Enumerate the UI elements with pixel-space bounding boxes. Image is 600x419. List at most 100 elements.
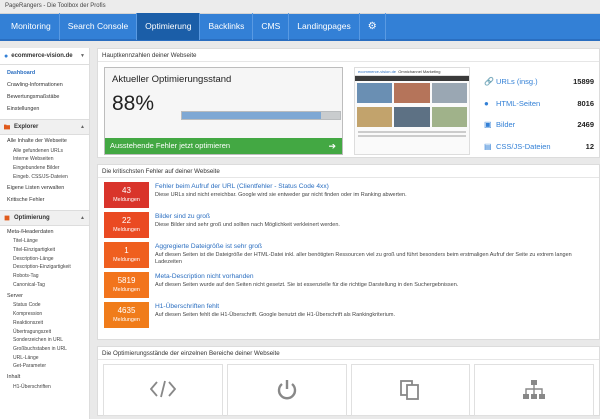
sidebar-item-crawling[interactable]: Crawling-Informationen: [0, 79, 89, 91]
thumbnail-image: [357, 107, 393, 127]
stats-list: 🔗 URLs (insg.) 15899 ● HTML-Seiten 8016 …: [484, 71, 594, 157]
error-item[interactable]: 5819 Meldungen Meta-Description nicht vo…: [98, 272, 599, 298]
sidebar-subitem[interactable]: H1-Überschriften: [0, 383, 89, 392]
stat-value: 15899: [573, 77, 594, 87]
error-count-badge: 5819 Meldungen: [104, 272, 149, 298]
nav-monitoring[interactable]: Monitoring: [3, 13, 59, 40]
error-item[interactable]: 1 Meldungen Aggregierte Dateigröße ist s…: [98, 242, 599, 268]
sidebar-section-label: Optimierung: [14, 214, 50, 221]
error-title-link[interactable]: Fehler beim Aufruf der URL (Clientfehler…: [155, 182, 407, 192]
thumbnail-header: ecommerce-vision.de Omnichannel Marketin…: [355, 68, 469, 76]
error-count-badge: 1 Meldungen: [104, 242, 149, 268]
sidebar-item-kritische-fehler[interactable]: Kritische Fehler: [0, 194, 89, 206]
chevron-up-icon: ▲: [80, 124, 85, 130]
nav-cms[interactable]: CMS: [253, 13, 288, 40]
sidebar-section-explorer[interactable]: Explorer ▲: [0, 119, 89, 135]
domain-selector[interactable]: ● ecommerce-vision.de ▼: [0, 48, 89, 65]
error-count: 22: [122, 216, 131, 225]
sidebar-section-optimierung[interactable]: Optimierung ▲: [0, 209, 89, 226]
area-tile-content[interactable]: [350, 364, 471, 416]
error-title-link[interactable]: H1-Überschriften fehlt: [155, 302, 395, 312]
area-tile-code[interactable]: [103, 364, 223, 416]
sidebar-subitem[interactable]: Description-Einzigartigkeit: [0, 264, 89, 273]
thumbnail-image: [431, 83, 467, 103]
thumbnail-row: [355, 81, 469, 105]
arrow-right-icon: ➔: [328, 141, 336, 151]
sidebar-subitem[interactable]: Sonderzeichen in URL: [0, 337, 89, 346]
sidebar-subitem[interactable]: Robots-Tag: [0, 273, 89, 282]
sidebar-item-dashboard[interactable]: Dashboard: [0, 67, 89, 79]
sidebar-section-label: Explorer: [14, 124, 39, 130]
area-tile-structure[interactable]: [474, 364, 594, 416]
stat-css-js[interactable]: ▤ CSS/JS-Dateien 12: [484, 136, 594, 158]
stat-value: 2469: [577, 120, 594, 130]
sidebar-subitem[interactable]: Titel-Einzigartigkeit: [0, 246, 89, 255]
error-title-link[interactable]: Meta-Description nicht vorhanden: [155, 272, 458, 282]
nav-backlinks[interactable]: Backlinks: [200, 13, 252, 40]
sidebar: ● ecommerce-vision.de ▼ Dashboard Crawli…: [0, 48, 90, 419]
code-icon: [149, 380, 176, 398]
nav-landingpages[interactable]: Landingpages: [289, 13, 358, 40]
sidebar-subitem[interactable]: Interne Webseiten: [0, 156, 89, 165]
sidebar-subitem[interactable]: Status Code: [0, 302, 89, 311]
stat-images[interactable]: ▣ Bilder 2469: [484, 114, 594, 136]
stat-label: CSS/JS-Dateien: [496, 141, 551, 151]
stat-value: 8016: [577, 98, 594, 108]
sidebar-subitem[interactable]: Eingebundene Bilder: [0, 164, 89, 173]
error-description: Auf diesen Seiten wurde auf den Seiten n…: [155, 282, 459, 288]
copy-icon: [400, 380, 420, 400]
error-count: 4635: [117, 306, 136, 315]
website-thumbnail[interactable]: ecommerce-vision.de Omnichannel Marketin…: [354, 67, 470, 155]
sidebar-subitem[interactable]: Reaktionszeit: [0, 319, 89, 328]
sidebar-item-alle-inhalte[interactable]: Alle Inhalte der Webseite: [0, 135, 89, 147]
error-item[interactable]: 22 Meldungen Bilder sind zu groß Diese B…: [98, 212, 599, 238]
globe-icon: ●: [4, 52, 9, 60]
nav-search-console[interactable]: Search Console: [60, 13, 136, 40]
window-title: PageRangers - Die Toolbox der Profis: [0, 0, 600, 14]
thumbnail-image: [394, 107, 430, 127]
thumbnail-row: [355, 105, 469, 129]
file-icon: ▤: [484, 141, 492, 151]
sidebar-subitem[interactable]: Canonical-Tag: [0, 281, 89, 290]
sidebar-subitem[interactable]: URL-Länge: [0, 354, 89, 363]
sidebar-item-einstellungen[interactable]: Einstellungen: [0, 103, 89, 115]
nav-optimierung[interactable]: Optimierung: [137, 13, 200, 40]
thumbnail-image: [431, 107, 467, 127]
sidebar-subitem[interactable]: Kompression: [0, 311, 89, 320]
sidebar-item-bewertung[interactable]: Bewertungsmaßstäbe: [0, 91, 89, 103]
area-tiles: [98, 360, 599, 416]
stat-urls[interactable]: 🔗 URLs (insg.) 15899: [484, 71, 594, 93]
sidebar-item-eigene-listen[interactable]: Eigene Listen verwalten: [0, 182, 89, 194]
wrench-icon: [4, 215, 10, 221]
error-title-link[interactable]: Bilder sind zu groß: [155, 212, 340, 222]
error-item[interactable]: 4635 Meldungen H1-Überschriften fehlt Au…: [98, 302, 599, 328]
stat-html-pages[interactable]: ● HTML-Seiten 8016: [484, 93, 594, 115]
sidebar-subitem[interactable]: Get-Parameter: [0, 363, 89, 372]
optimize-errors-button[interactable]: Ausstehende Fehler jetzt optimieren ➔: [105, 138, 342, 154]
gear-icon[interactable]: ⚙: [360, 13, 385, 40]
sidebar-item-inhalt[interactable]: Inhalt: [0, 371, 89, 383]
panel-title: Die kritischsten Fehler auf deiner Webse…: [98, 165, 599, 178]
error-text: Bilder sind zu groß Diese Bilder sind se…: [149, 212, 340, 229]
sidebar-item-meta[interactable]: Meta-/Headerdaten: [0, 226, 89, 238]
error-description: Diese URLs sind nicht erreichbar. Google…: [155, 192, 407, 198]
error-item[interactable]: 43 Meldungen Fehler beim Aufruf der URL …: [98, 182, 599, 208]
error-description: Auf diesen Seiten fehlt die H1-Überschri…: [155, 312, 395, 318]
area-tile-server[interactable]: [226, 364, 347, 416]
sidebar-subitem[interactable]: Alle gefundenen URLs: [0, 147, 89, 156]
thumbnail-image: [357, 83, 393, 103]
error-title-link[interactable]: Aggregierte Dateigröße ist sehr groß: [155, 242, 593, 252]
image-icon: ▣: [484, 120, 492, 130]
error-description: Auf diesen Seiten ist die Dateigröße der…: [155, 252, 572, 265]
sidebar-subitem[interactable]: Großbuchstaben in URL: [0, 345, 89, 354]
chevron-down-icon: ▼: [80, 53, 85, 59]
sidebar-subitem[interactable]: Übertragungszeit: [0, 328, 89, 337]
sitemap-icon: [523, 380, 546, 399]
sidebar-item-server[interactable]: Server: [0, 290, 89, 302]
sidebar-subitem[interactable]: Description-Länge: [0, 255, 89, 264]
error-text: H1-Überschriften fehlt Auf diesen Seiten…: [149, 302, 395, 319]
panel-title: Hauptkennzahlen deiner Webseite: [98, 49, 599, 62]
folder-icon: [4, 124, 10, 130]
sidebar-subitem[interactable]: Titel-Länge: [0, 238, 89, 247]
sidebar-subitem[interactable]: Eingeb. CSS/JS-Dateien: [0, 173, 89, 182]
